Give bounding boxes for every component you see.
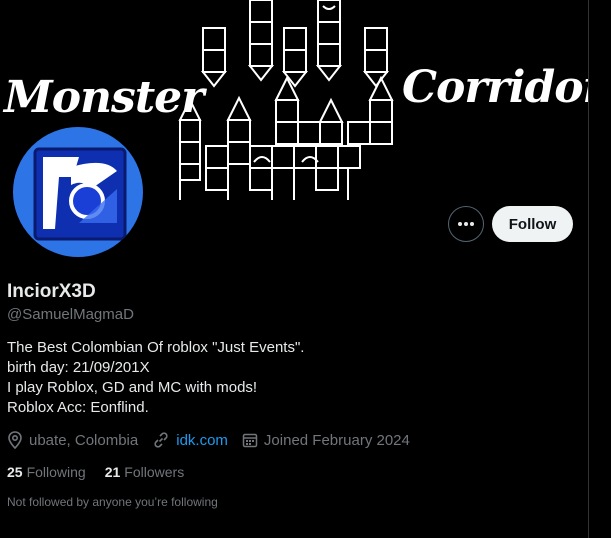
avatar[interactable] bbox=[11, 125, 145, 259]
location: ubate, Colombia bbox=[7, 431, 138, 449]
followers-label: Followers bbox=[124, 464, 185, 480]
location-text: ubate, Colombia bbox=[29, 431, 139, 449]
more-options-button[interactable] bbox=[448, 206, 484, 242]
follow-button[interactable]: Follow bbox=[492, 206, 573, 242]
follow-stats: 25 Following 21 Followers bbox=[7, 464, 203, 480]
column-divider bbox=[588, 0, 589, 538]
joined-text: Joined February 2024 bbox=[263, 431, 410, 449]
display-name: InciorX3D bbox=[7, 281, 96, 302]
profile-bio: The Best Colombian Of roblox "Just Event… bbox=[7, 338, 304, 418]
followers-count: 21 bbox=[104, 464, 121, 480]
website-link[interactable]: idk.com bbox=[176, 432, 228, 449]
link-icon bbox=[154, 432, 168, 448]
more-horizontal-icon bbox=[458, 222, 474, 226]
calendar-icon bbox=[242, 433, 258, 448]
following-link[interactable]: 25 Following bbox=[7, 464, 86, 480]
location-pin-icon bbox=[8, 431, 22, 449]
user-handle: @SamuelMagmaD bbox=[7, 306, 134, 323]
followers-link[interactable]: 21 Followers bbox=[105, 464, 184, 480]
following-count: 25 bbox=[7, 464, 23, 480]
banner-tower-art bbox=[178, 0, 394, 200]
banner-title-left: Monster bbox=[4, 72, 204, 123]
bio-line: The Best Colombian Of roblox "Just Event… bbox=[7, 339, 305, 356]
banner-title-right: Corridor bbox=[402, 62, 588, 113]
bio-line: I play Roblox, GD and MC with mods! bbox=[7, 379, 258, 396]
avatar-logo-icon bbox=[33, 147, 127, 241]
profile-meta: ubate, Colombia idk.com Joined February … bbox=[7, 430, 424, 450]
joined-date: Joined February 2024 bbox=[242, 432, 410, 449]
bio-line: Roblox Acc: Eonflind. bbox=[7, 399, 149, 416]
website: idk.com bbox=[152, 431, 228, 449]
not-followed-notice: Not followed by anyone you’re following bbox=[7, 495, 218, 509]
bio-line: birth day: 21/09/201X bbox=[7, 359, 150, 376]
profile-page: Monster Corridor Follow InciorX3D @Samue… bbox=[0, 0, 611, 538]
following-label: Following bbox=[26, 464, 86, 480]
